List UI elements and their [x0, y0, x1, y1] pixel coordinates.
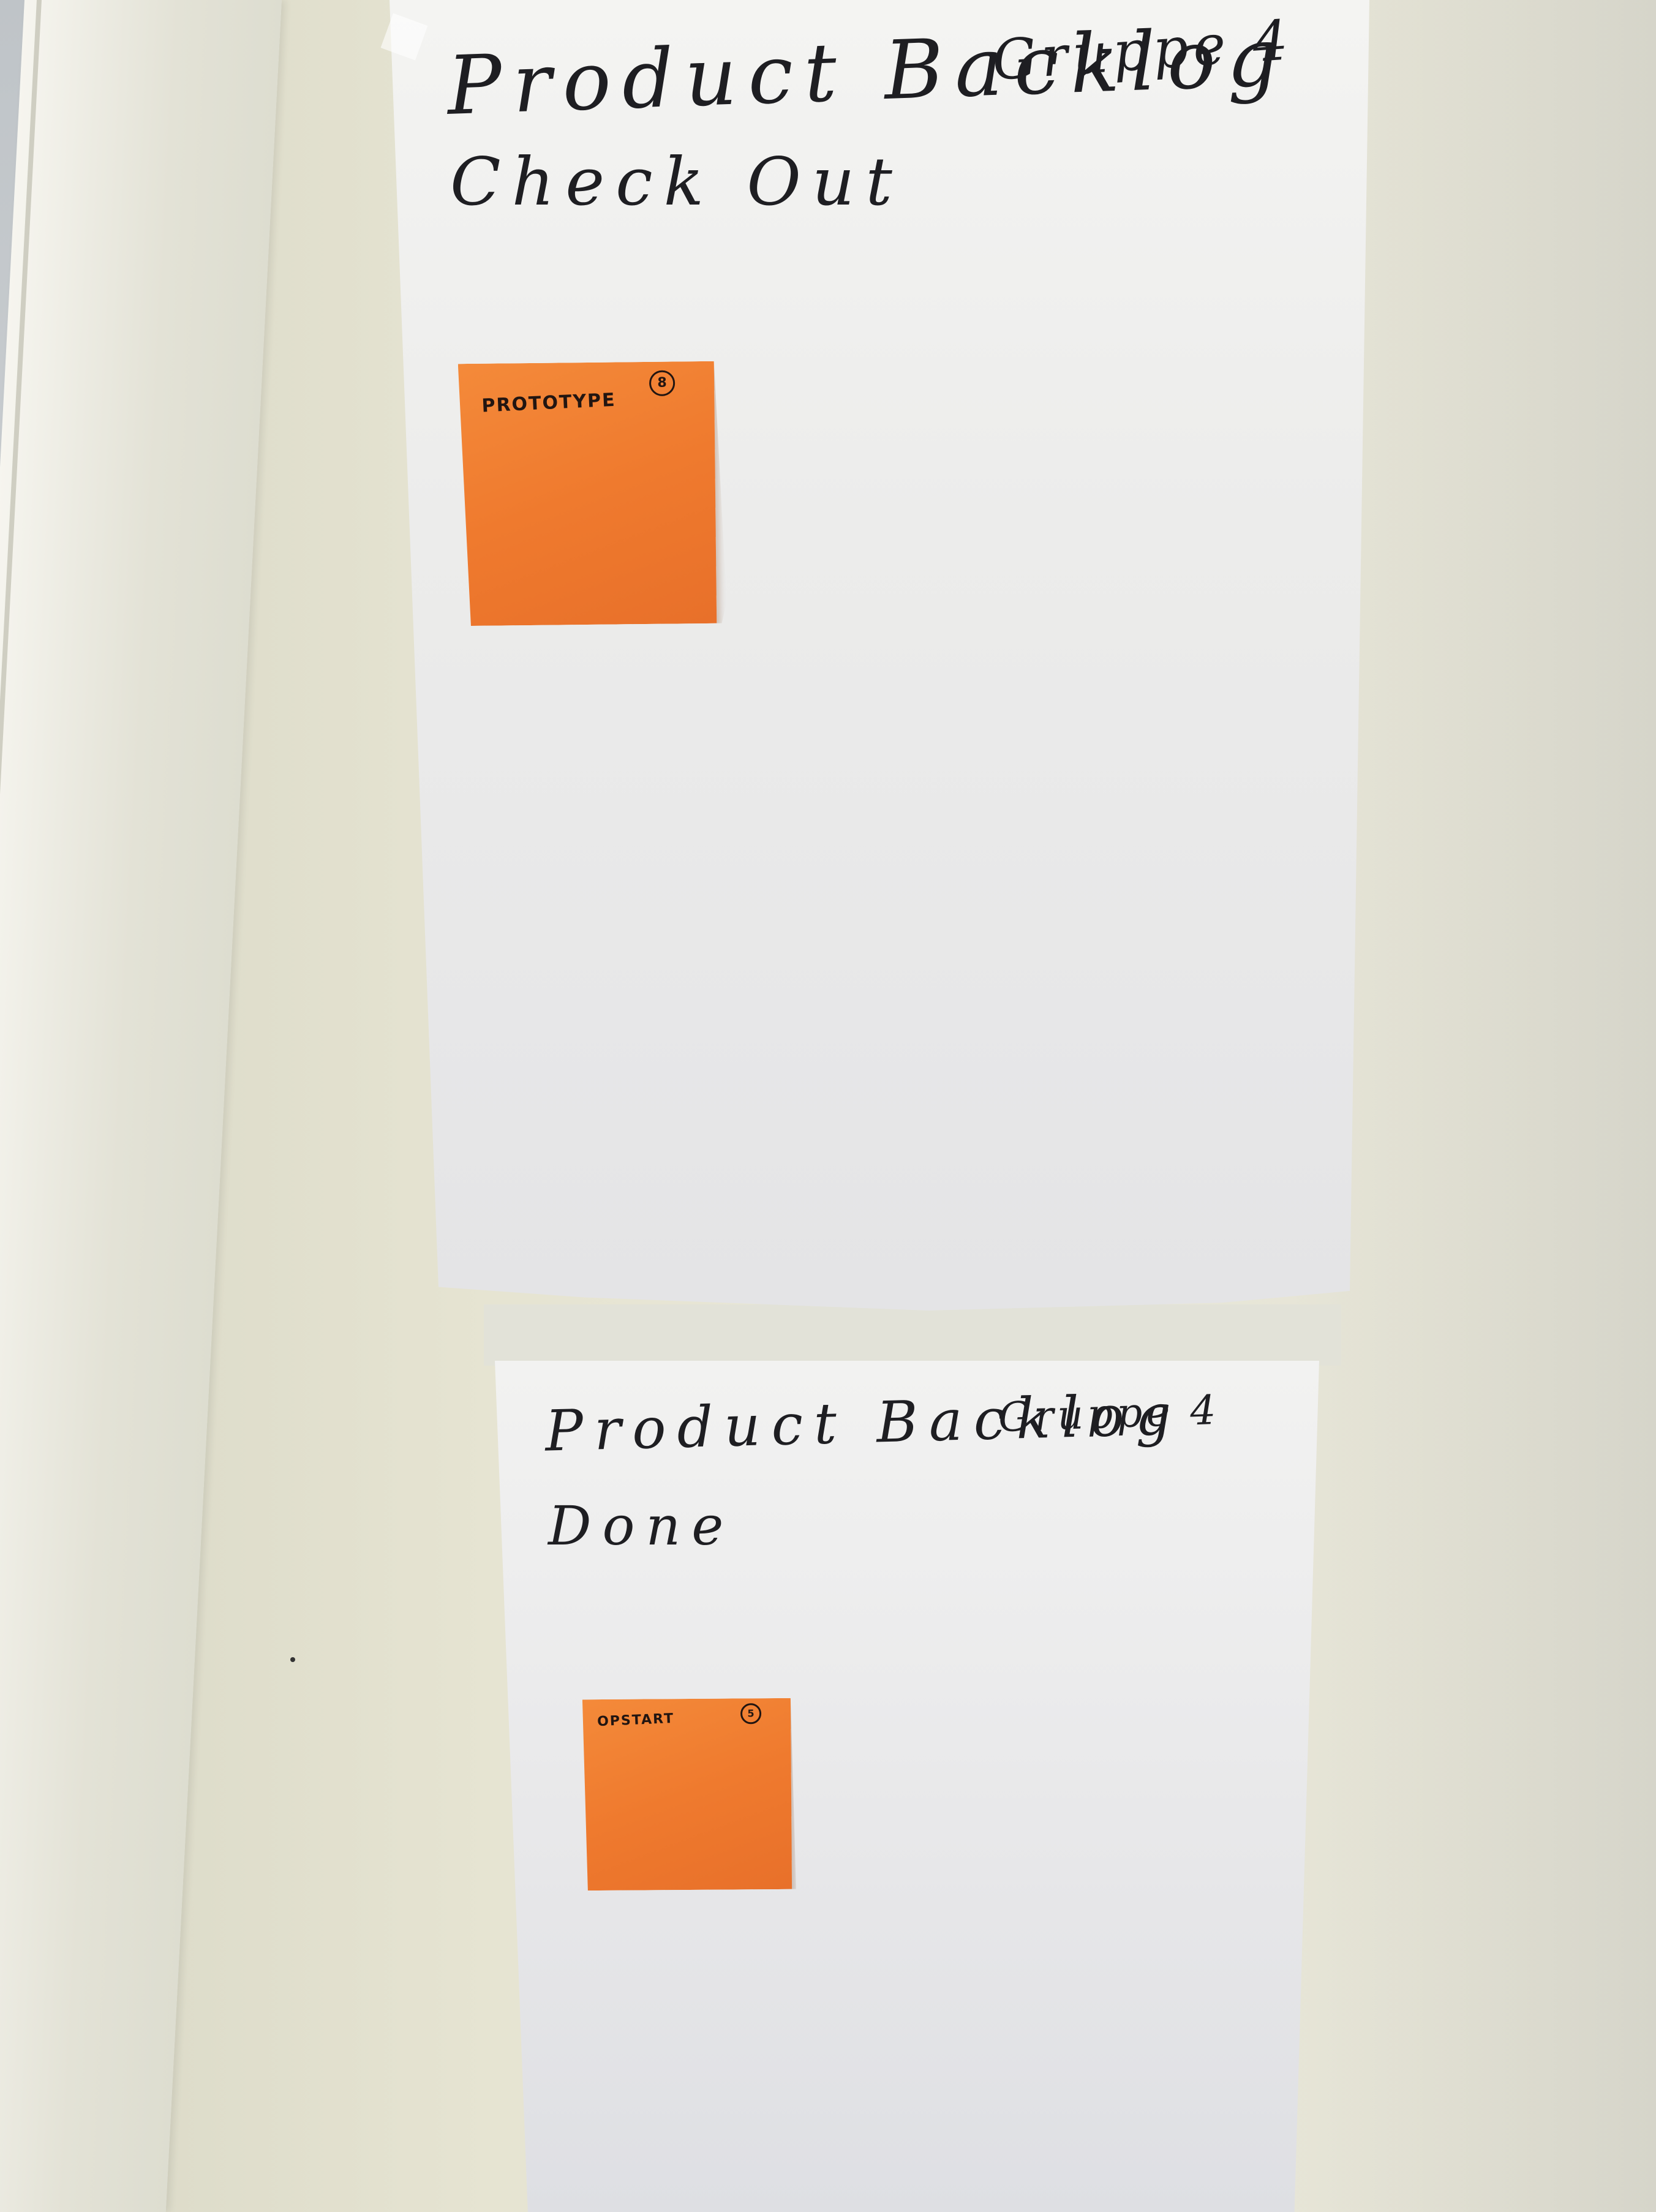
story-points-badge: 5 — [740, 1703, 761, 1724]
story-points-badge: 8 — [649, 370, 675, 396]
wall-gap — [484, 1304, 1341, 1366]
wall-mark — [290, 1657, 295, 1662]
sticky-note-label: PROTOTYPE — [481, 389, 617, 417]
sheet-title-group: Gruppe 4 — [997, 1386, 1221, 1442]
sheet-subtitle-check-out: Check Out — [450, 144, 903, 220]
sticky-note-prototype[interactable]: PROTOTYPE 8 — [458, 361, 717, 626]
sticky-note-opstart[interactable]: OPSTART 5 — [582, 1698, 792, 1890]
photo-scene: Product Backlog Gruppe 4 Check Out PROTO… — [0, 0, 1656, 2212]
sticky-note-label: OPSTART — [597, 1710, 675, 1730]
sheet-subtitle-done: Done — [548, 1494, 735, 1557]
door-frame — [0, 0, 282, 2212]
